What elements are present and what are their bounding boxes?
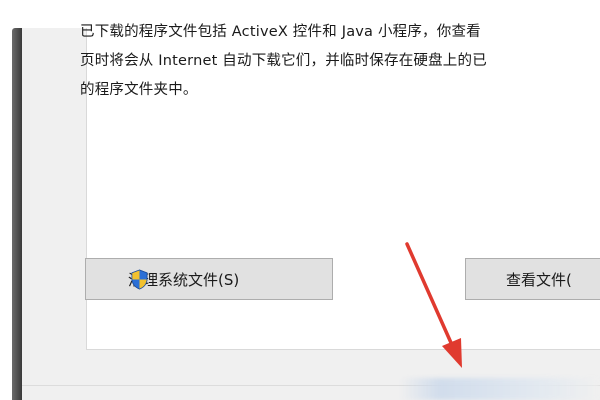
- cleanup-system-files-button[interactable]: 清理系统文件(S): [85, 258, 333, 300]
- view-files-button-label: 查看文件(: [506, 270, 572, 289]
- description-line-1: 已下载的程序文件包括 ActiveX 控件和 Java 小程序，你查看: [80, 24, 481, 40]
- uac-shield-icon: [131, 269, 148, 290]
- highlighted-button-blur: [400, 378, 600, 400]
- view-files-button[interactable]: 查看文件(: [465, 258, 600, 300]
- description-line-3: 的程序文件夹中。: [80, 82, 198, 98]
- description-text: 已下载的程序文件包括 ActiveX 控件和 Java 小程序，你查看 页时将会…: [80, 18, 600, 105]
- description-line-2: 页时将会从 Internet 自动下载它们，并临时保存在硬盘上的已: [80, 53, 487, 69]
- window-edge-shadow: [12, 28, 22, 400]
